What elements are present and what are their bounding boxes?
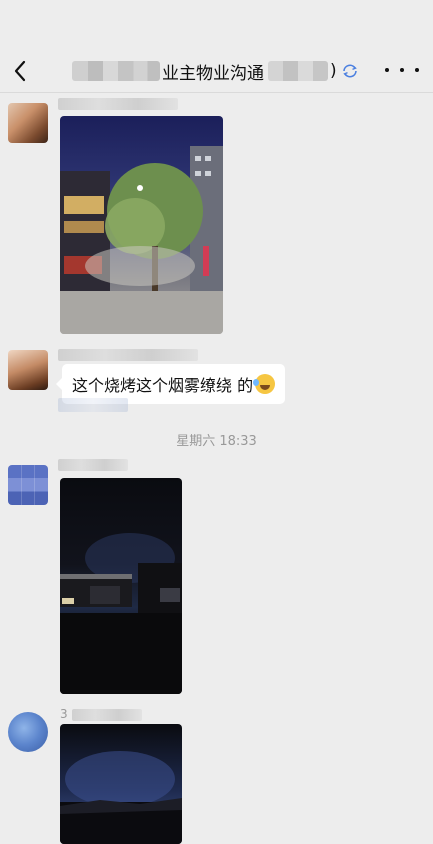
emoji-icon	[253, 374, 276, 394]
more-icon	[385, 68, 389, 72]
sender-name-redacted	[72, 709, 142, 721]
smoke-night-photo	[60, 751, 182, 844]
message-text: 这个烧烤这个烟雾缭绕 的	[72, 376, 254, 395]
background-artifact	[58, 398, 128, 412]
sender-name-redacted	[58, 349, 198, 361]
chat-title-paren: )	[330, 61, 337, 81]
sender-name-redacted	[58, 459, 128, 471]
chat-header: 业主物业沟通 )	[0, 0, 433, 93]
sync-icon	[341, 63, 359, 79]
time-separator: 星期六 18:33	[176, 434, 257, 449]
more-icon-dot	[415, 68, 419, 72]
street-night-photo	[60, 146, 223, 334]
sender-name-prefix: 3	[60, 707, 68, 721]
title-redacted-prefix	[72, 61, 160, 81]
image-message[interactable]	[60, 116, 223, 334]
avatar[interactable]	[8, 712, 48, 752]
sender-name-redacted	[58, 98, 178, 110]
smoke-night-photo	[60, 533, 182, 694]
back-button[interactable]	[8, 56, 32, 86]
chat-title-text: 业主物业沟通	[162, 63, 264, 84]
image-message[interactable]	[60, 478, 182, 694]
image-message[interactable]	[60, 724, 182, 844]
back-arrow-icon	[14, 60, 26, 82]
more-icon-dot	[400, 68, 404, 72]
avatar[interactable]	[8, 103, 48, 143]
chat-title: 业主物业沟通 )	[72, 58, 372, 84]
avatar[interactable]	[8, 350, 48, 390]
title-redacted-suffix	[268, 61, 328, 81]
avatar[interactable]	[8, 465, 48, 505]
more-button[interactable]	[385, 60, 419, 80]
